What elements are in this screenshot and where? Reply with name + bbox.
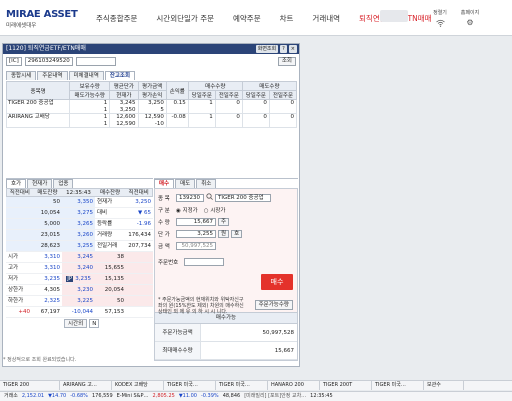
ticker-tabs: TIGER 200 ARIRANG 고… KODEX 고배당 TIGER 미국…… xyxy=(0,380,512,390)
tab-order-history[interactable]: 주문내역 xyxy=(37,71,68,80)
status-message: * 정상적으로 조회 완료되었습니다. xyxy=(3,357,77,363)
index-item: -0.68% xyxy=(70,393,88,399)
index-item: E-Mini S&P… xyxy=(116,393,149,399)
tab-orderbook[interactable]: 호가 xyxy=(6,179,27,188)
orderbook-footer: 시간외 N xyxy=(6,319,153,328)
index-item: -0.39% xyxy=(200,393,219,399)
order-note: * 주문가능금액의 현재위치와 위탁자신구좌의 원(15%한도 제외) 차원의 … xyxy=(158,297,244,315)
ticker-tab[interactable]: HANARO 200 xyxy=(268,381,320,390)
bid-row[interactable]: 고가 3,310 3,240 15,655 xyxy=(6,263,153,274)
ticker-tab[interactable]: TIGER 미국… xyxy=(372,381,424,390)
tab-sell[interactable]: 매도 xyxy=(175,179,196,188)
tab-market-summary[interactable]: 종합시세 xyxy=(6,71,37,80)
available-panel: 매수가능 주문가능금액 50,997,528 최대매수수량 15,667 xyxy=(154,313,298,361)
stock-code-input[interactable]: 139230 xyxy=(176,193,204,202)
ticker-tab[interactable]: TIGER 미국… xyxy=(164,381,216,390)
bid-row[interactable]: 저가 3,235 JP 3,235 15,135 xyxy=(6,274,153,285)
orderbook-header: 직전대비 매도잔량 12:35:43 매수잔량 직전대비 xyxy=(6,188,153,197)
index-item: 48,846 xyxy=(222,393,241,399)
window-titlebar: [1120] 퇴직연금ETF/ETN매매 화면조회 ? × xyxy=(3,44,299,54)
buy-button[interactable]: 매수 xyxy=(261,274,293,290)
order-form: 종 목 139230 TIGER 200 중공업 구 분 ◉ 지정가 ○ 시장가… xyxy=(154,188,298,315)
ask-row[interactable]: 28,623 3,255 전일거래 207,734 xyxy=(6,241,153,252)
ticker-tab[interactable]: KODEX 고배당 xyxy=(112,381,164,390)
ticker-tab[interactable]: TIGER 200 xyxy=(0,381,60,390)
menu-stock-order[interactable]: 주식종합주문 xyxy=(96,13,137,24)
jp-marker: JP xyxy=(66,276,74,282)
tab-cancel[interactable]: 취소 xyxy=(196,179,217,188)
help-button[interactable]: ? xyxy=(280,45,287,53)
gear-icon: ⚙ xyxy=(466,18,474,27)
app-header: MIRAE ASSET 미래에셋대우 주식종합주문 시간외단일가 주문 예약주문… xyxy=(0,0,512,36)
window-screen-button[interactable]: 화면조회 xyxy=(255,45,279,53)
bid-row[interactable]: 시가 3,310 3,245 38 xyxy=(6,252,153,263)
tab-sector[interactable]: 업종 xyxy=(53,179,74,188)
ask-row[interactable]: 23,015 3,260 거래량 176,434 xyxy=(6,230,153,241)
table-row[interactable]: TIGER 200 중공업 11 3,245 3,250 3,250 5 0.15 … xyxy=(5,99,298,114)
index-item: 2,152.01 xyxy=(21,393,45,399)
ticker-tab[interactable]: 보관수 xyxy=(424,381,464,390)
ask-row[interactable]: 10,054 3,275 대비 ▼ 65 xyxy=(6,208,153,219)
pin-input[interactable] xyxy=(184,257,224,266)
tab-current-price[interactable]: 현재가 xyxy=(27,179,53,188)
search-field-placeholder[interactable] xyxy=(380,10,408,22)
price-input[interactable]: 3,255 xyxy=(176,229,216,238)
window-tabs: 종합시세 주문내역 미체결내역 잔고조회 xyxy=(6,71,136,80)
index-bar: 거래소 2,152.01 ▼14.70 -0.68% 176,559 E-Min… xyxy=(0,391,512,401)
table-row[interactable]: ARIRANG 고배당 11 12,600 12,590 12,590 -10 -0… xyxy=(5,113,298,128)
list-item: 주문가능금액 50,997,528 xyxy=(155,324,297,342)
index-item: 2,805.25 xyxy=(152,393,175,399)
market-radio[interactable]: ○ 시장가 xyxy=(204,206,226,214)
ticker-tab[interactable]: TIGER 200T xyxy=(320,381,372,390)
tab-buy[interactable]: 매수 xyxy=(154,179,175,188)
index-item: ▼14.70 xyxy=(48,393,67,399)
limit-radio[interactable]: ◉ 지정가 xyxy=(176,206,198,214)
after-hours-button[interactable]: 시간외 xyxy=(64,319,88,328)
holdings-table: 종목명 보유수량 평균단가 평가금액 손익률 매수수량 매도수량 매도가능수량 … xyxy=(5,81,298,128)
lookup-button[interactable]: 조회 xyxy=(277,57,296,66)
stock-name-field: TIGER 200 중공업 xyxy=(215,193,271,202)
account-password-field[interactable] xyxy=(75,57,116,66)
menu-after-hours-order[interactable]: 시간외단일가 주문 xyxy=(156,13,214,24)
close-button[interactable]: × xyxy=(288,45,297,53)
quantity-unit-button[interactable]: 주 xyxy=(218,217,230,226)
menu-transactions[interactable]: 거래내역 xyxy=(312,13,340,24)
orderbook-totals: +40 67,197 -10,044 57,153 xyxy=(6,307,153,318)
price-tick-button[interactable]: 호 xyxy=(231,229,243,238)
order-capacity-button[interactable]: 주문가능수량 xyxy=(254,300,293,310)
index-item: 거래소 xyxy=(4,393,18,399)
bid-row[interactable]: 하한가 2,325 3,225 50 xyxy=(6,296,153,307)
amount-field: 50,997,525 xyxy=(176,241,216,250)
brand-logo[interactable]: MIRAE ASSET 미래에셋대우 xyxy=(6,9,78,29)
index-item: 176,559 xyxy=(91,393,113,399)
header-item-1[interactable]: 홈페이지 ⚙ xyxy=(455,9,485,27)
search-icon[interactable] xyxy=(206,193,213,202)
order-panel: 매수 매도 취소 종 목 139230 TIGER 200 중공업 구 분 ◉ … xyxy=(154,178,298,364)
ask-row[interactable]: 5,000 3,265 등락률 -1.96 xyxy=(6,219,153,230)
index-item: [미래밀리] [포트]안정 교차… xyxy=(244,393,307,399)
wifi-icon xyxy=(435,19,445,27)
menu-reserved-order[interactable]: 예약주문 xyxy=(233,13,261,24)
account-selector: [IC] 296103249520 xyxy=(6,57,116,66)
index-item: 12:35:45 xyxy=(310,393,333,399)
header-item-0[interactable]: 정렬기 xyxy=(425,9,455,27)
ticker-tab[interactable]: ARIRANG 고… xyxy=(60,381,112,390)
price-unit-button[interactable]: 원 xyxy=(218,229,230,238)
list-item: 최대매수수량 15,667 xyxy=(155,342,297,360)
pension-etf-window: [1120] 퇴직연금ETF/ETN매매 화면조회 ? × [IC] 29610… xyxy=(2,43,300,367)
tab-unfilled[interactable]: 미체결내역 xyxy=(68,71,104,80)
ask-row[interactable]: 50 3,350 현재가 3,250 xyxy=(6,197,153,208)
bid-row[interactable]: 상한가 4,305 3,230 20,054 xyxy=(6,285,153,296)
quote-panel: 호가 현재가 업종 직전대비 매도잔량 12:35:43 매수잔량 직전대비 5… xyxy=(6,178,153,364)
account-type-select[interactable]: [IC] xyxy=(6,57,22,66)
quantity-input[interactable]: 15,667 xyxy=(176,217,216,226)
header-utilities: 정렬기 홈페이지 ⚙ xyxy=(425,9,485,27)
menu-chart[interactable]: 차트 xyxy=(280,13,294,24)
n-marker: N xyxy=(89,319,100,328)
tab-balance[interactable]: 잔고조회 xyxy=(104,71,136,80)
account-number-select[interactable]: 296103249520 xyxy=(24,57,73,66)
index-item: ▼11.00 xyxy=(178,393,197,399)
ticker-tab[interactable]: TIGER 미국… xyxy=(216,381,268,390)
